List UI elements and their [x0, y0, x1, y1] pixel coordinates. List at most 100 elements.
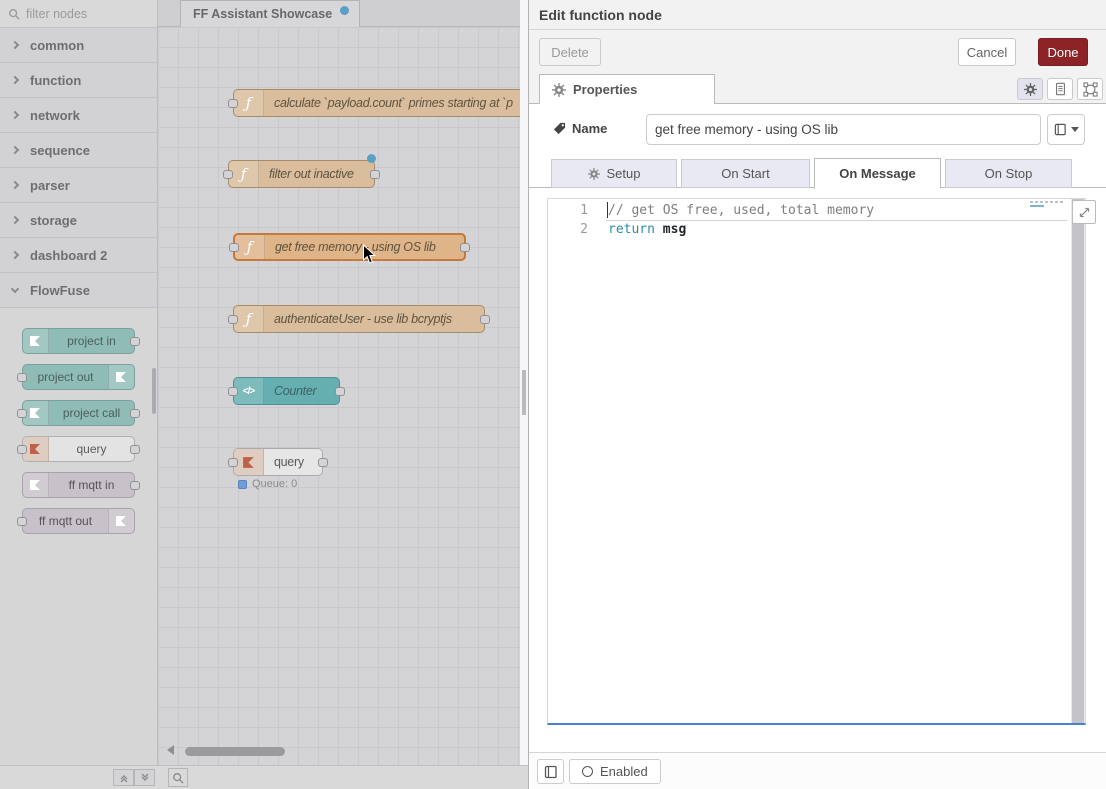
scrollbar-thumb[interactable]: [1072, 199, 1084, 723]
search-flows-button[interactable]: [168, 768, 188, 787]
palette-node-query[interactable]: query: [22, 436, 135, 462]
tab-properties[interactable]: Properties: [539, 74, 715, 104]
flow-canvas[interactable]: FF Assistant Showcase ƒ calculate `paylo…: [158, 0, 520, 765]
output-port[interactable]: [318, 458, 328, 467]
flowfuse-logo-icon: [108, 365, 134, 389]
edit-properties-button[interactable]: [1017, 78, 1043, 100]
editor-scrollbar[interactable]: [1071, 199, 1085, 723]
canvas-vertical-scrollbar[interactable]: [520, 0, 528, 765]
name-input[interactable]: [646, 114, 1041, 145]
edit-dialog: Edit function node Delete Cancel Done Pr…: [528, 0, 1106, 789]
node-label: calculate `payload.count` primes startin…: [264, 96, 520, 110]
editor-expand-button[interactable]: [1072, 200, 1096, 224]
scroll-down-button[interactable]: [134, 769, 155, 786]
output-port[interactable]: [460, 243, 470, 252]
palette-category-common[interactable]: common: [0, 28, 157, 63]
cancel-button[interactable]: Cancel: [958, 38, 1016, 66]
palette-category-sequence[interactable]: sequence: [0, 133, 157, 168]
input-port[interactable]: [228, 99, 238, 108]
workspace-footer: [0, 765, 528, 789]
flow-tab[interactable]: FF Assistant Showcase: [180, 0, 360, 27]
chevron-right-icon: [11, 215, 19, 223]
palette-category-parser[interactable]: parser: [0, 168, 157, 203]
palette-node-ff-mqtt-out[interactable]: ff mqtt out: [22, 508, 135, 534]
output-port[interactable]: [130, 445, 140, 454]
delete-button[interactable]: Delete: [539, 38, 601, 66]
palette-node-label: ff mqtt in: [49, 478, 134, 492]
hscroll-left-arrow[interactable]: [167, 745, 174, 755]
tab-setup[interactable]: Setup: [551, 159, 677, 188]
node-calculate-primes[interactable]: ƒ calculate `payload.count` primes start…: [233, 89, 520, 117]
palette-node-project-out[interactable]: project out: [22, 364, 135, 390]
input-port[interactable]: [228, 315, 238, 324]
input-port[interactable]: [228, 387, 238, 396]
tab-on-start[interactable]: On Start: [681, 159, 810, 188]
output-port[interactable]: [130, 481, 140, 490]
palette-node-label: project in: [49, 334, 134, 348]
node-counter[interactable]: </> Counter: [233, 377, 340, 405]
node-label: authenticateUser - use lib bcryptjs: [264, 312, 462, 326]
gear-icon: [552, 83, 566, 97]
category-label: dashboard 2: [30, 248, 107, 263]
node-get-free-memory[interactable]: ƒ get free memory - using OS lib: [233, 233, 466, 261]
library-dropdown-button[interactable]: [1047, 114, 1085, 145]
chevron-right-icon: [11, 250, 19, 258]
library-button[interactable]: [537, 759, 564, 784]
code-editor[interactable]: 1 // get OS free, used, total memory 2 r…: [547, 198, 1086, 725]
palette-category-storage[interactable]: storage: [0, 203, 157, 238]
output-port[interactable]: [335, 387, 345, 396]
palette-category-flowfuse[interactable]: FlowFuse: [0, 273, 157, 308]
category-label: network: [30, 108, 80, 123]
palette-scrollbar[interactable]: [152, 368, 156, 414]
node-filter-out-inactive[interactable]: ƒ filter out inactive: [228, 160, 375, 188]
status-dot-icon: [238, 480, 247, 489]
node-label: query: [264, 455, 314, 469]
palette-node-project-call[interactable]: project call: [22, 400, 135, 426]
input-port[interactable]: [228, 458, 238, 467]
node-authenticate-user[interactable]: ƒ authenticateUser - use lib bcryptjs: [233, 305, 485, 333]
book-icon: [544, 765, 558, 779]
tab-on-stop[interactable]: On Stop: [945, 159, 1072, 188]
function-tabs: Setup On Start On Message On Stop: [529, 158, 1106, 188]
output-port[interactable]: [130, 337, 140, 346]
search-icon: [8, 8, 20, 20]
node-query[interactable]: query: [233, 448, 323, 476]
gear-icon: [1024, 83, 1037, 96]
category-label: function: [30, 73, 81, 88]
flow-tab-label: FF Assistant Showcase: [193, 7, 332, 21]
magnifier-icon: [172, 772, 184, 784]
done-button[interactable]: Done: [1038, 38, 1088, 66]
output-port[interactable]: [480, 315, 490, 324]
line-number: 1: [548, 201, 588, 220]
node-appearance-button[interactable]: [1077, 78, 1103, 100]
input-port[interactable]: [17, 373, 27, 382]
node-description-button[interactable]: [1047, 78, 1073, 100]
palette-category-network[interactable]: network: [0, 98, 157, 133]
palette-sidebar: common function network sequence parser …: [0, 0, 158, 765]
palette-category-dashboard2[interactable]: dashboard 2: [0, 238, 157, 273]
palette-search[interactable]: [0, 0, 157, 28]
chevron-right-icon: [11, 110, 19, 118]
palette-node-project-in[interactable]: project in: [22, 328, 135, 354]
category-label: storage: [30, 213, 77, 228]
input-port[interactable]: [17, 517, 27, 526]
palette-category-function[interactable]: function: [0, 63, 157, 98]
tab-on-message[interactable]: On Message: [814, 158, 941, 189]
palette-node-ff-mqtt-in[interactable]: ff mqtt in: [22, 472, 135, 498]
modified-dot-icon: [340, 6, 349, 15]
palette-filter-input[interactable]: [26, 7, 136, 21]
name-field-label: Name: [553, 121, 607, 136]
input-port[interactable]: [229, 243, 239, 252]
input-port[interactable]: [223, 170, 233, 179]
flowfuse-logo-icon: [108, 509, 134, 533]
output-port[interactable]: [130, 409, 140, 418]
input-port[interactable]: [17, 409, 27, 418]
input-port[interactable]: [17, 445, 27, 454]
scroll-up-button[interactable]: [113, 769, 134, 786]
horizontal-scrollbar[interactable]: [185, 747, 285, 756]
enabled-toggle-button[interactable]: Enabled: [569, 759, 661, 784]
line-number: 2: [548, 220, 588, 239]
output-port[interactable]: [370, 170, 380, 179]
scrollbar-thumb[interactable]: [522, 370, 526, 415]
gear-icon: [588, 168, 600, 180]
